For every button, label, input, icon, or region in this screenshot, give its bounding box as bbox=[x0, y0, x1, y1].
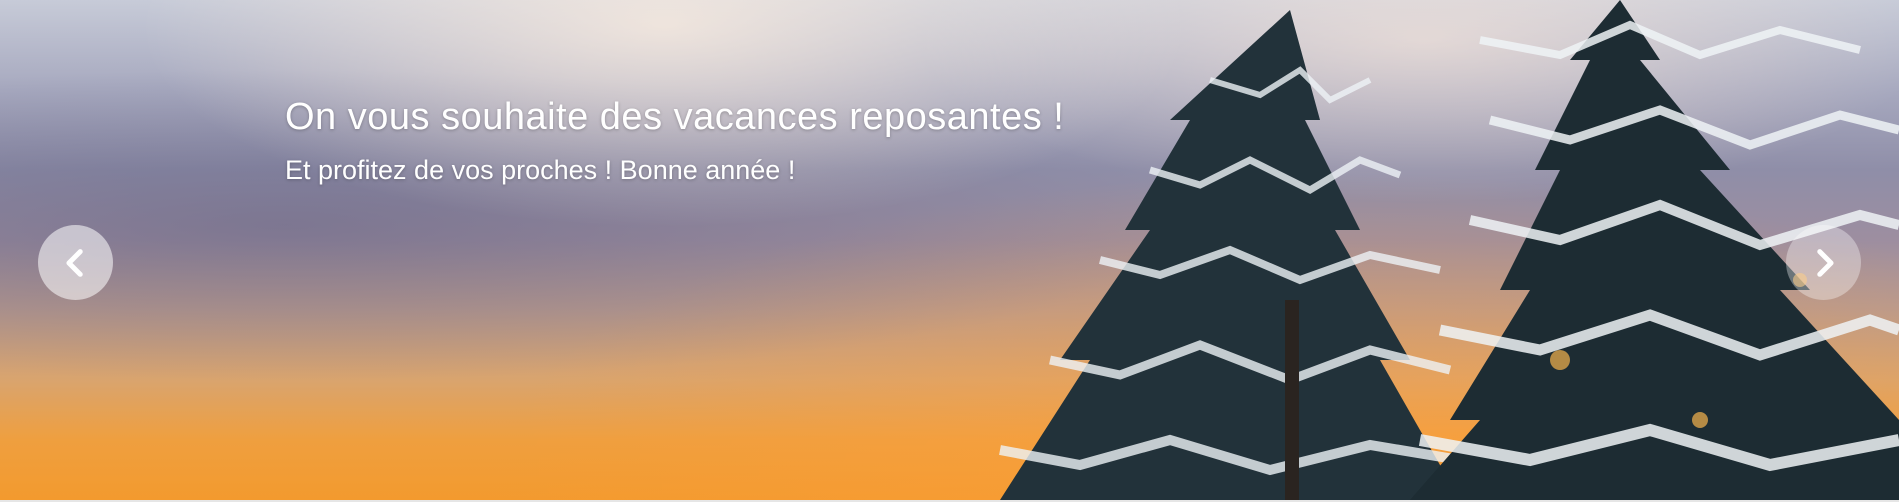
slide-caption: On vous souhaite des vacances reposantes… bbox=[285, 96, 1064, 186]
chevron-right-icon bbox=[1816, 248, 1834, 277]
snowy-pine-trees-image bbox=[999, 0, 1899, 500]
hero-slider: On vous souhaite des vacances reposantes… bbox=[0, 0, 1899, 500]
next-slide-button[interactable] bbox=[1786, 225, 1861, 300]
slide-subtitle: Et profitez de vos proches ! Bonne année… bbox=[285, 155, 796, 185]
slide-title: On vous souhaite des vacances reposantes… bbox=[285, 96, 1065, 138]
chevron-left-icon bbox=[65, 248, 83, 277]
previous-slide-button[interactable] bbox=[38, 225, 113, 300]
